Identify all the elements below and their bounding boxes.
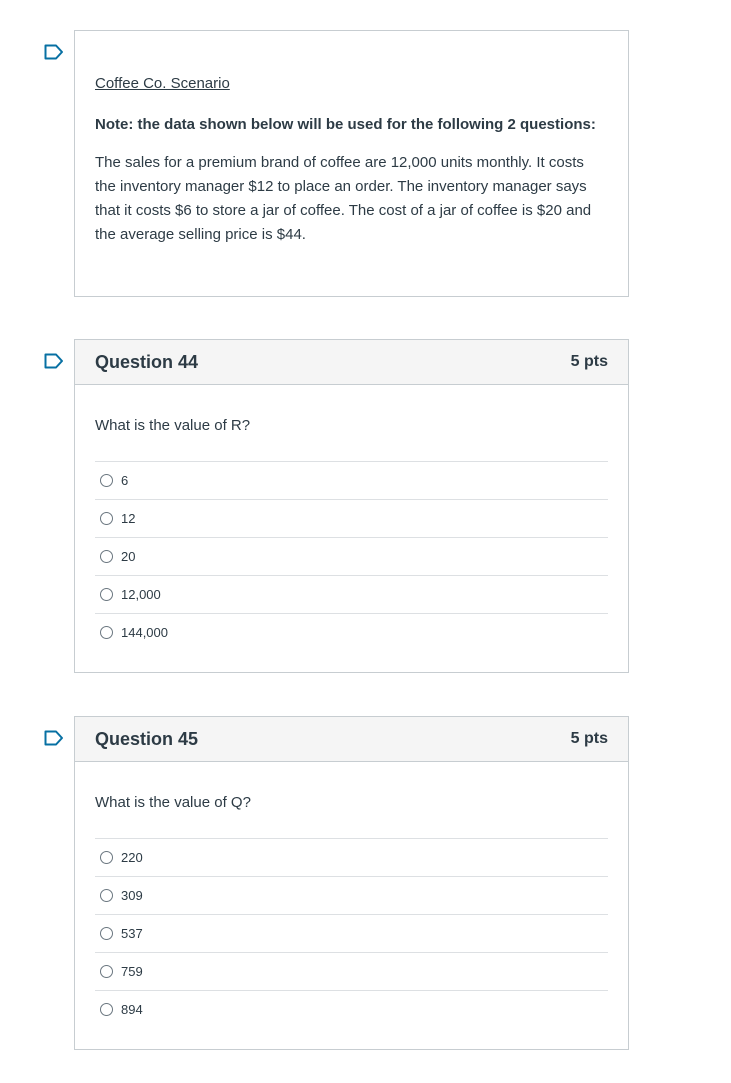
radio-button[interactable] [100,550,113,563]
answer-option[interactable]: 12,000 [95,576,608,614]
radio-button[interactable] [100,626,113,639]
answer-label: 537 [121,926,143,941]
question-header: Question 45 5 pts [75,717,628,762]
answer-option[interactable]: 309 [95,877,608,915]
answer-label: 144,000 [121,625,168,640]
answer-option[interactable]: 144,000 [95,614,608,651]
flag-icon[interactable] [44,44,64,60]
answer-label: 309 [121,888,143,903]
answer-label: 12 [121,511,136,526]
question-title: Question 45 [95,728,199,749]
question-body: What is the value of R? 6 12 20 12,000 1… [75,385,628,651]
answer-label: 894 [121,1002,143,1017]
question-text: What is the value of R? [95,417,251,434]
scenario-note: Note: the data shown below will be used … [95,116,596,133]
radio-button[interactable] [100,512,113,525]
answer-label: 20 [121,549,136,564]
answer-option[interactable]: 20 [95,538,608,576]
answer-option[interactable]: 894 [95,991,608,1028]
radio-button[interactable] [100,1003,113,1016]
answer-list: 220 309 537 759 894 [95,838,608,1028]
question-points: 5 pts [570,353,608,370]
question-card: Question 44 5 pts What is the value of R… [74,339,629,673]
scenario-title: Coffee Co. Scenario [95,75,230,92]
radio-button[interactable] [100,927,113,940]
answer-label: 220 [121,850,143,865]
radio-button[interactable] [100,965,113,978]
answer-option[interactable]: 12 [95,500,608,538]
question-header: Question 44 5 pts [75,340,628,385]
answer-option[interactable]: 537 [95,915,608,953]
answer-label: 12,000 [121,587,161,602]
answer-label: 759 [121,964,143,979]
flag-icon[interactable] [44,730,64,746]
quiz-page: Coffee Co. Scenario Note: the data shown… [0,0,731,1083]
scenario-card: Coffee Co. Scenario Note: the data shown… [74,30,629,297]
flag-icon[interactable] [44,353,64,369]
radio-button[interactable] [100,851,113,864]
answer-label: 6 [121,473,129,488]
answer-option[interactable]: 759 [95,953,608,991]
answer-option[interactable]: 6 [95,462,608,500]
answer-list: 6 12 20 12,000 144,000 [95,461,608,651]
answer-option[interactable]: 220 [95,839,608,877]
question-text: What is the value of Q? [95,794,251,811]
radio-button[interactable] [100,588,113,601]
scenario-body: The sales for a premium brand of coffee … [95,154,592,243]
question-title: Question 44 [95,351,199,372]
radio-button[interactable] [100,474,113,487]
question-points: 5 pts [570,730,608,747]
question-body: What is the value of Q? 220 309 537 759 [75,762,628,1028]
question-card: Question 45 5 pts What is the value of Q… [74,716,629,1050]
radio-button[interactable] [100,889,113,902]
